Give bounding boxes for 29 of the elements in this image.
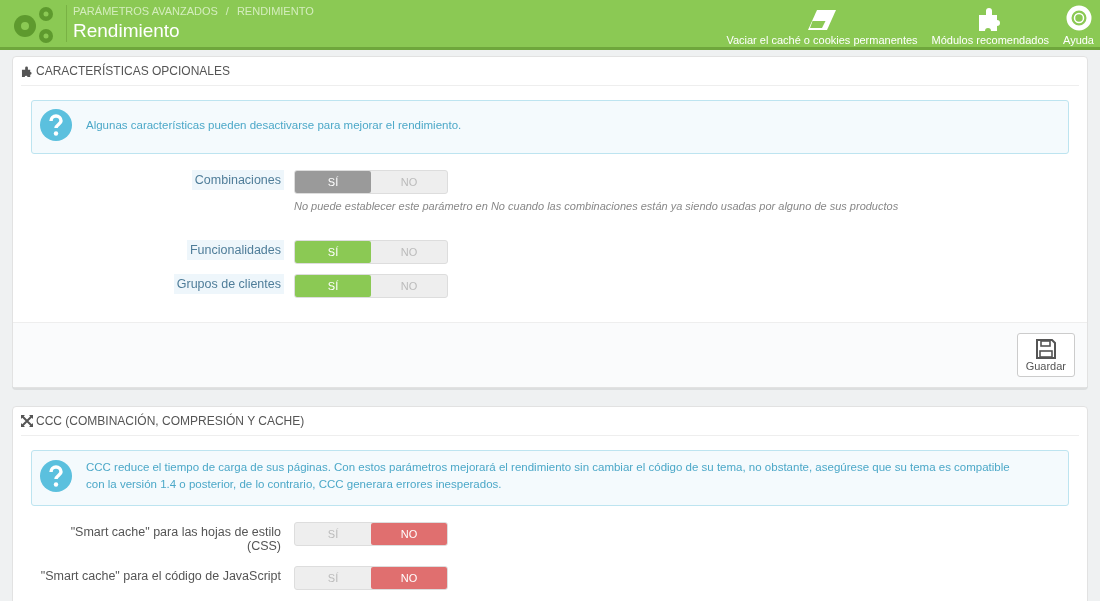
breadcrumb-link[interactable]: PARÁMETROS AVANZADOS <box>73 5 218 17</box>
puzzle-icon <box>21 65 33 77</box>
alert-text: con la versión 1.4 o posterior, de lo contrario, CCC generara errores inesperados. <box>86 477 503 492</box>
switch-option[interactable]: SÍ <box>295 275 371 297</box>
switch-option[interactable]: SÍ <box>295 241 371 263</box>
lifebuoy-icon <box>1065 4 1092 31</box>
eraser-icon <box>807 8 837 31</box>
panel-title: CCC (COMBINACIÓN, COMPRESIÓN Y CACHE) <box>36 414 305 428</box>
switch-option[interactable]: NO <box>371 523 447 545</box>
field-label: "Smart cache" para el código de JavaScript <box>39 568 282 585</box>
field-label: "Smart cache" para las hojas de estilo (CSS) <box>69 524 282 555</box>
toolbar-link[interactable]: Vaciar el caché o cookies permanentes <box>726 8 918 46</box>
breadcrumb-separator: / <box>225 5 229 17</box>
field-label: Combinaciones <box>191 170 284 190</box>
toolbar-link[interactable]: Módulos recomendados <box>931 6 1049 46</box>
save-button[interactable]: Guardar <box>1016 333 1075 377</box>
question-icon <box>40 109 72 141</box>
expand-arrows-icon <box>21 415 33 427</box>
page-title: Rendimiento <box>73 20 181 42</box>
field-label: Grupos de clientes <box>173 274 284 294</box>
alert-text: CCC reduce el tiempo de carga de sus páginas. Con estos parámetros mejorará el rendimiento sin cambiar el código de su tema, no obstante, asegúrese que su tema es compatible <box>86 460 1010 475</box>
switch-option[interactable]: NO <box>371 567 447 589</box>
field-label: Funcionalidades <box>186 240 284 260</box>
panel-title: CARACTERÍSTICAS OPCIONALES <box>36 64 231 78</box>
question-icon <box>40 460 72 492</box>
toolbar-link[interactable]: Ayuda <box>1063 4 1094 46</box>
alert-text: Algunas características pueden desactivarse para mejorar el rendimiento. <box>86 117 462 133</box>
help-text: No puede establecer este parámetro en No cuando las combinaciones están ya siendo usadas por alguno de sus productos <box>294 200 899 212</box>
breadcrumb-current: RENDIMIENTO <box>236 5 314 17</box>
